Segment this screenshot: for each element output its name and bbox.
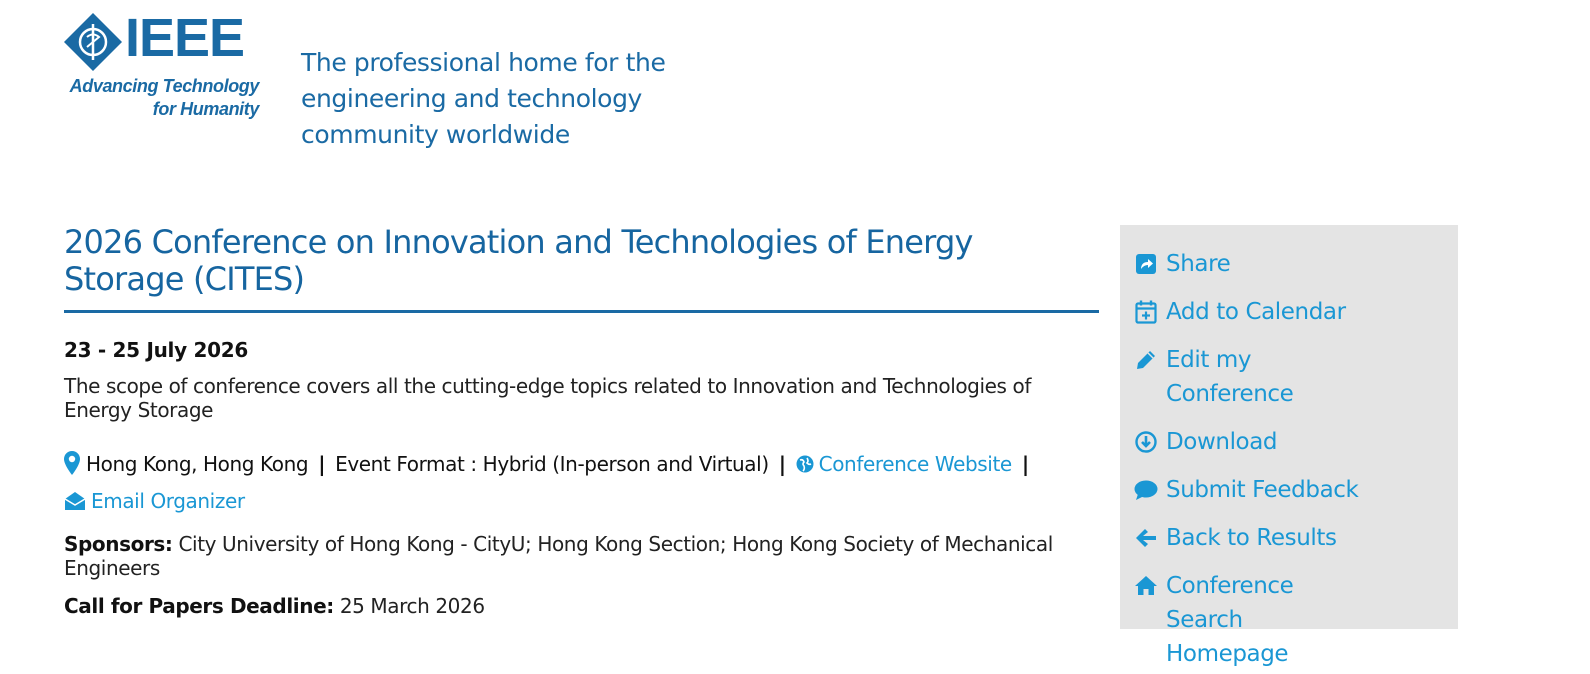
site-tagline: The professional home for the engineerin…: [301, 48, 666, 149]
logo-subtext: Advancing Technology for Humanity: [69, 76, 260, 119]
download-icon: [1134, 425, 1158, 459]
conference-info-line: Hong Kong, Hong Kong | Event Format : Hybr…: [64, 446, 1099, 520]
home-icon: [1134, 569, 1158, 603]
conference-search-homepage-action[interactable]: Conference Search Homepage: [1134, 569, 1458, 671]
cfp-deadline-line: Call for Papers Deadline: 25 March 2026: [64, 594, 1099, 618]
globe-icon: [796, 455, 814, 472]
add-to-calendar-action[interactable]: Add to Calendar: [1134, 295, 1458, 329]
cfp-deadline-value: 25 March 2026: [339, 594, 485, 618]
ieee-logo[interactable]: IEEE Advancing Technology for Humanity: [63, 8, 263, 124]
separator: |: [318, 452, 326, 476]
sponsors-value: City University of Hong Kong - CityU; Ho…: [64, 532, 1053, 580]
share-label: Share: [1166, 251, 1231, 277]
cfp-deadline-label: Call for Papers Deadline:: [64, 594, 334, 618]
back-to-results-label: Back to Results: [1166, 525, 1337, 551]
conference-title: 2026 Conference on Innovation and Techno…: [64, 224, 1099, 313]
calendar-add-icon: [1134, 295, 1158, 329]
conference-scope: The scope of conference covers all the c…: [64, 374, 1031, 422]
share-action[interactable]: Share: [1134, 247, 1458, 281]
conference-details: 2026 Conference on Innovation and Techno…: [64, 224, 1099, 618]
conference-location: Hong Kong, Hong Kong: [86, 452, 309, 476]
arrow-left-icon: [1134, 521, 1158, 555]
pencil-icon: [1134, 343, 1158, 377]
site-header: IEEE Advancing Technology for Humanity T…: [0, 0, 1590, 149]
conference-search-homepage-label: Conference Search Homepage: [1166, 573, 1294, 667]
map-marker-icon: [64, 450, 80, 475]
action-list: Share Add to Calendar Edit my Conference…: [1120, 225, 1458, 671]
sponsors-line: Sponsors: City University of Hong Kong -…: [64, 532, 1099, 580]
conference-dates: 23 - 25 July 2026: [64, 338, 248, 362]
share-icon: [1134, 247, 1158, 281]
download-action[interactable]: Download: [1134, 425, 1458, 459]
edit-conference-label: Edit my Conference: [1166, 347, 1294, 407]
ieee-diamond-icon: [64, 13, 122, 71]
event-format: Event Format : Hybrid (In-person and Vir…: [335, 452, 769, 476]
edit-conference-action[interactable]: Edit my Conference: [1134, 343, 1458, 411]
email-organizer-link[interactable]: Email Organizer: [64, 489, 245, 513]
download-label: Download: [1166, 429, 1278, 455]
sponsors-label: Sponsors:: [64, 532, 173, 556]
conference-website-link[interactable]: Conference Website: [796, 452, 1012, 476]
envelope-open-icon: [64, 491, 86, 510]
logo-wordmark: IEEE: [125, 8, 245, 68]
submit-feedback-action[interactable]: Submit Feedback: [1134, 473, 1458, 507]
email-organizer-label: Email Organizer: [91, 489, 245, 513]
add-to-calendar-label: Add to Calendar: [1166, 299, 1346, 325]
separator: |: [778, 452, 786, 476]
separator: |: [1021, 452, 1029, 476]
submit-feedback-label: Submit Feedback: [1166, 477, 1359, 503]
comment-icon: [1134, 473, 1158, 507]
back-to-results-action[interactable]: Back to Results: [1134, 521, 1458, 555]
conference-website-label: Conference Website: [818, 452, 1013, 476]
conference-actions-sidebar: Share Add to Calendar Edit my Conference…: [1120, 225, 1458, 667]
